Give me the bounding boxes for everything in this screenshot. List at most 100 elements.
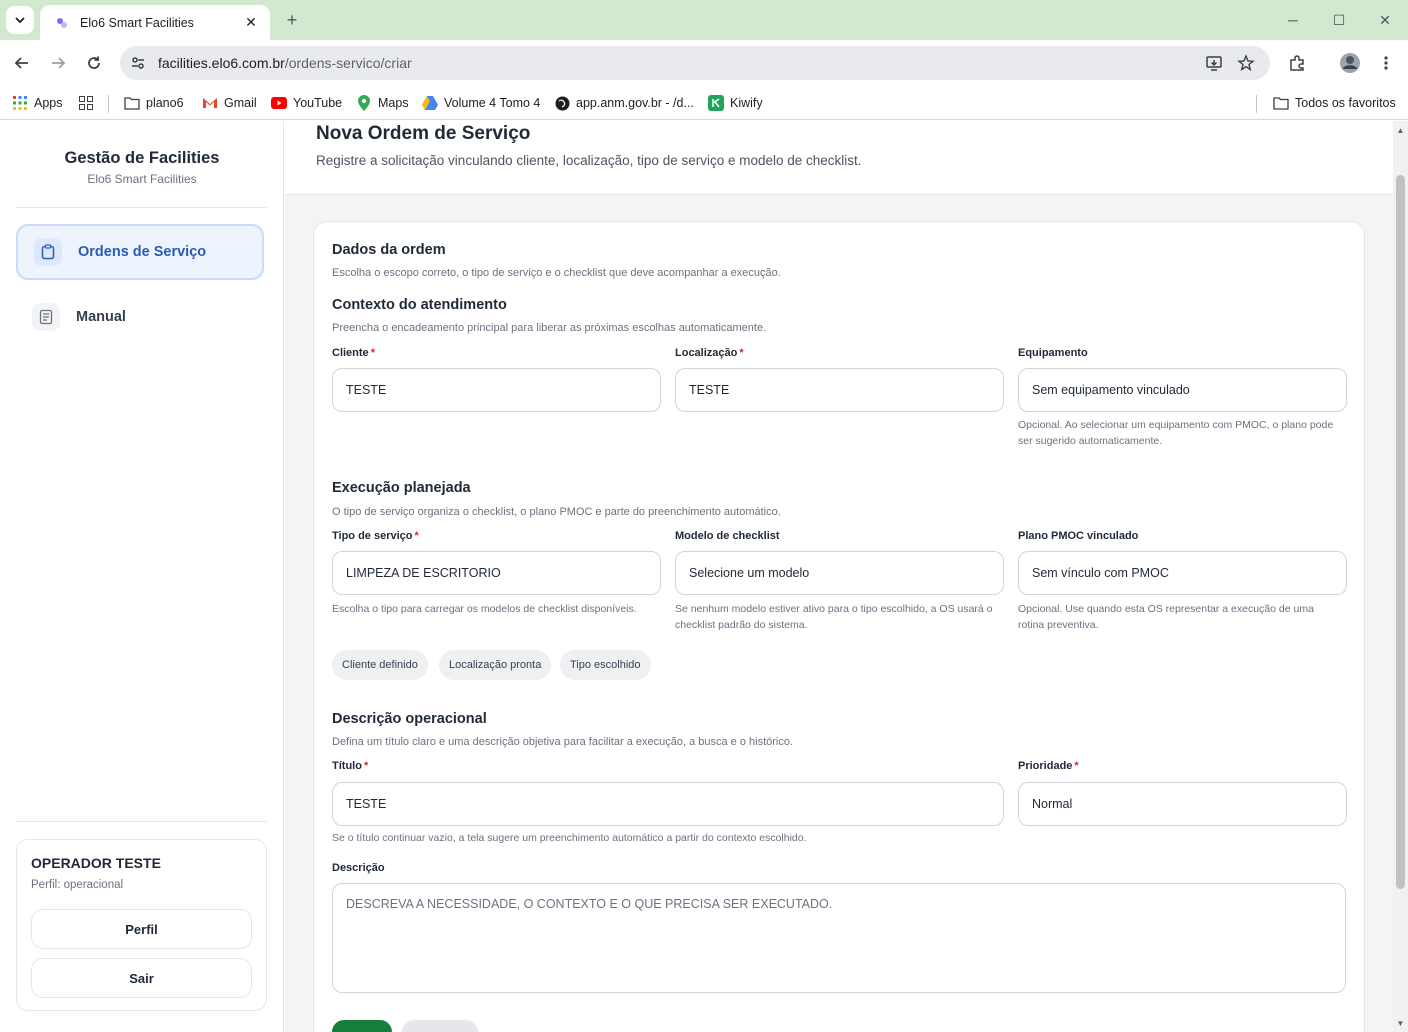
client-label: Cliente *: [332, 347, 375, 359]
bookmark-anm[interactable]: app.anm.gov.br - /d...: [554, 91, 694, 115]
maximize-icon[interactable]: ☐: [1327, 8, 1351, 32]
forward-icon[interactable]: [44, 49, 72, 77]
bookmark-label: YouTube: [293, 96, 343, 110]
page-header: Nova Ordem de Serviço Registre a solicit…: [285, 121, 1393, 195]
bookmark-label: Apps: [34, 96, 63, 110]
document-icon: [32, 303, 60, 331]
scroll-up-icon[interactable]: ▲: [1396, 125, 1405, 135]
bookmark-label: Kiwify: [730, 96, 763, 110]
client-select[interactable]: TESTE: [332, 368, 661, 412]
service-type-help: Escolha o tipo para carregar os modelos …: [332, 603, 637, 615]
sidebar-item-ordens-de-servico[interactable]: Ordens de Serviço: [16, 224, 264, 280]
bookmark-maps[interactable]: Maps: [356, 91, 409, 115]
checklist-select[interactable]: Selecione um modelo: [675, 551, 1004, 595]
drive-icon: [422, 95, 438, 111]
browser-menu-icon[interactable]: [1372, 49, 1400, 77]
equipment-select[interactable]: Sem equipamento vinculado: [1018, 368, 1347, 412]
priority-select[interactable]: Normal: [1018, 782, 1347, 826]
service-type-label: Tipo de serviço *: [332, 530, 419, 542]
checklist-help: Se nenhum modelo estiver ativo para o ti…: [675, 603, 993, 631]
cancel-button[interactable]: [402, 1020, 478, 1032]
title-label: Título *: [332, 760, 369, 772]
pmoc-help: Opcional. Use quando esta OS representar…: [1018, 603, 1314, 631]
bookmark-grid[interactable]: [78, 91, 100, 115]
checklist-label: Modelo de checklist: [675, 530, 780, 542]
sidebar-item-label: Manual: [76, 309, 126, 325]
install-app-icon[interactable]: [1202, 51, 1226, 75]
bookmark-all-favorites[interactable]: Todos os favoritos: [1273, 91, 1396, 115]
execution-section-title: Execução planejada: [332, 480, 471, 496]
maps-icon: [356, 95, 372, 111]
page-scrollbar[interactable]: ▲ ▼: [1393, 121, 1408, 1032]
description-textarea[interactable]: DESCREVA A NECESSIDADE, O CONTEXTO E O Q…: [332, 883, 1346, 993]
status-chip-type: Tipo escolhido: [560, 650, 651, 680]
minimize-icon[interactable]: ─: [1281, 8, 1305, 32]
profile-button[interactable]: Perfil: [31, 909, 252, 949]
bookmark-label: Gmail: [224, 96, 257, 110]
location-label: Localização *: [675, 347, 744, 359]
clipboard-icon: [34, 238, 62, 266]
folder-icon: [124, 95, 140, 111]
form-title: Dados da ordem: [332, 242, 446, 258]
new-tab-icon[interactable]: +: [282, 10, 302, 30]
scroll-thumb[interactable]: [1396, 175, 1405, 889]
tab-close-icon[interactable]: ✕: [242, 14, 260, 32]
profile-avatar-icon[interactable]: [1336, 49, 1364, 77]
bookmark-separator: [108, 95, 109, 113]
description-section-subtitle: Defina um título claro e uma descrição o…: [332, 736, 794, 748]
context-section-title: Contexto do atendimento: [332, 297, 507, 313]
status-chip-location: Localização pronta: [439, 650, 552, 680]
reload-icon[interactable]: [80, 49, 108, 77]
bookmark-label: Maps: [378, 96, 409, 110]
bookmark-label: Todos os favoritos: [1295, 96, 1396, 110]
address-bar[interactable]: facilities.elo6.com.br/ordens-servico/cr…: [120, 46, 1270, 80]
user-card: OPERADOR TESTE Perfil: operacional Perfi…: [16, 839, 267, 1011]
extensions-icon[interactable]: [1283, 49, 1311, 77]
order-form-card: Dados da ordem Escolha o escopo correto,…: [313, 221, 1365, 1032]
sidebar: Gestão de Facilities Elo6 Smart Faciliti…: [0, 121, 284, 1032]
bookmark-kiwify[interactable]: Kiwify: [708, 91, 763, 115]
bookmark-label: Volume 4 Tomo 4: [444, 96, 541, 110]
user-role: Perfil: operacional: [31, 879, 124, 891]
gmail-icon: [202, 95, 218, 111]
pmoc-select[interactable]: Sem vínculo com PMOC: [1018, 551, 1347, 595]
description-section-title: Descrição operacional: [332, 711, 487, 727]
back-icon[interactable]: [8, 49, 36, 77]
bookmark-apps[interactable]: Apps: [12, 91, 63, 115]
sidebar-item-label: Ordens de Serviço: [78, 244, 207, 260]
browser-tab-bar: Elo6 Smart Facilities ✕ + ─ ☐ ✕: [0, 0, 1408, 40]
url-host: facilities.elo6.com.br: [158, 55, 285, 71]
logout-button[interactable]: Sair: [31, 958, 252, 998]
title-input[interactable]: TESTE: [332, 782, 1004, 826]
bookmark-volume[interactable]: Volume 4 Tomo 4: [422, 91, 540, 115]
priority-label: Prioridade *: [1018, 760, 1079, 772]
folder-icon: [1273, 95, 1289, 111]
tab-search-button[interactable]: [6, 6, 34, 34]
site-settings-icon[interactable]: [126, 51, 150, 75]
title-help: Se o título continuar vazio, a tela suge…: [332, 832, 807, 844]
pmoc-label: Plano PMOC vinculado: [1018, 530, 1139, 542]
bookmark-separator: [1256, 95, 1257, 113]
bookmark-youtube[interactable]: YouTube: [271, 91, 342, 115]
service-type-select[interactable]: LIMPEZA DE ESCRITORIO: [332, 551, 661, 595]
browser-tab[interactable]: Elo6 Smart Facilities ✕: [40, 5, 270, 40]
submit-button[interactable]: [332, 1020, 392, 1032]
location-select[interactable]: TESTE: [675, 368, 1004, 412]
bookmark-plano6[interactable]: plano6: [124, 91, 184, 115]
sidebar-divider: [16, 821, 267, 822]
bookmark-gmail[interactable]: Gmail: [202, 91, 257, 115]
status-chip-client: Cliente definido: [332, 650, 428, 680]
apps-grid-icon: [12, 95, 28, 111]
grid-icon: [78, 95, 94, 111]
description-label: Descrição: [332, 862, 385, 874]
page-subtitle: Registre a solicitação vinculando client…: [316, 153, 862, 168]
scroll-down-icon[interactable]: ▼: [1396, 1018, 1405, 1028]
url-path: /ordens-servico/criar: [284, 55, 412, 71]
close-window-icon[interactable]: ✕: [1373, 8, 1397, 32]
tab-title: Elo6 Smart Facilities: [80, 15, 194, 30]
context-section-subtitle: Preencha o encadeamento principal para l…: [332, 322, 767, 334]
sidebar-item-manual[interactable]: Manual: [16, 289, 264, 345]
bookmark-star-icon[interactable]: [1234, 51, 1258, 75]
sidebar-divider: [16, 207, 267, 208]
page-title: Nova Ordem de Serviço: [316, 123, 531, 144]
